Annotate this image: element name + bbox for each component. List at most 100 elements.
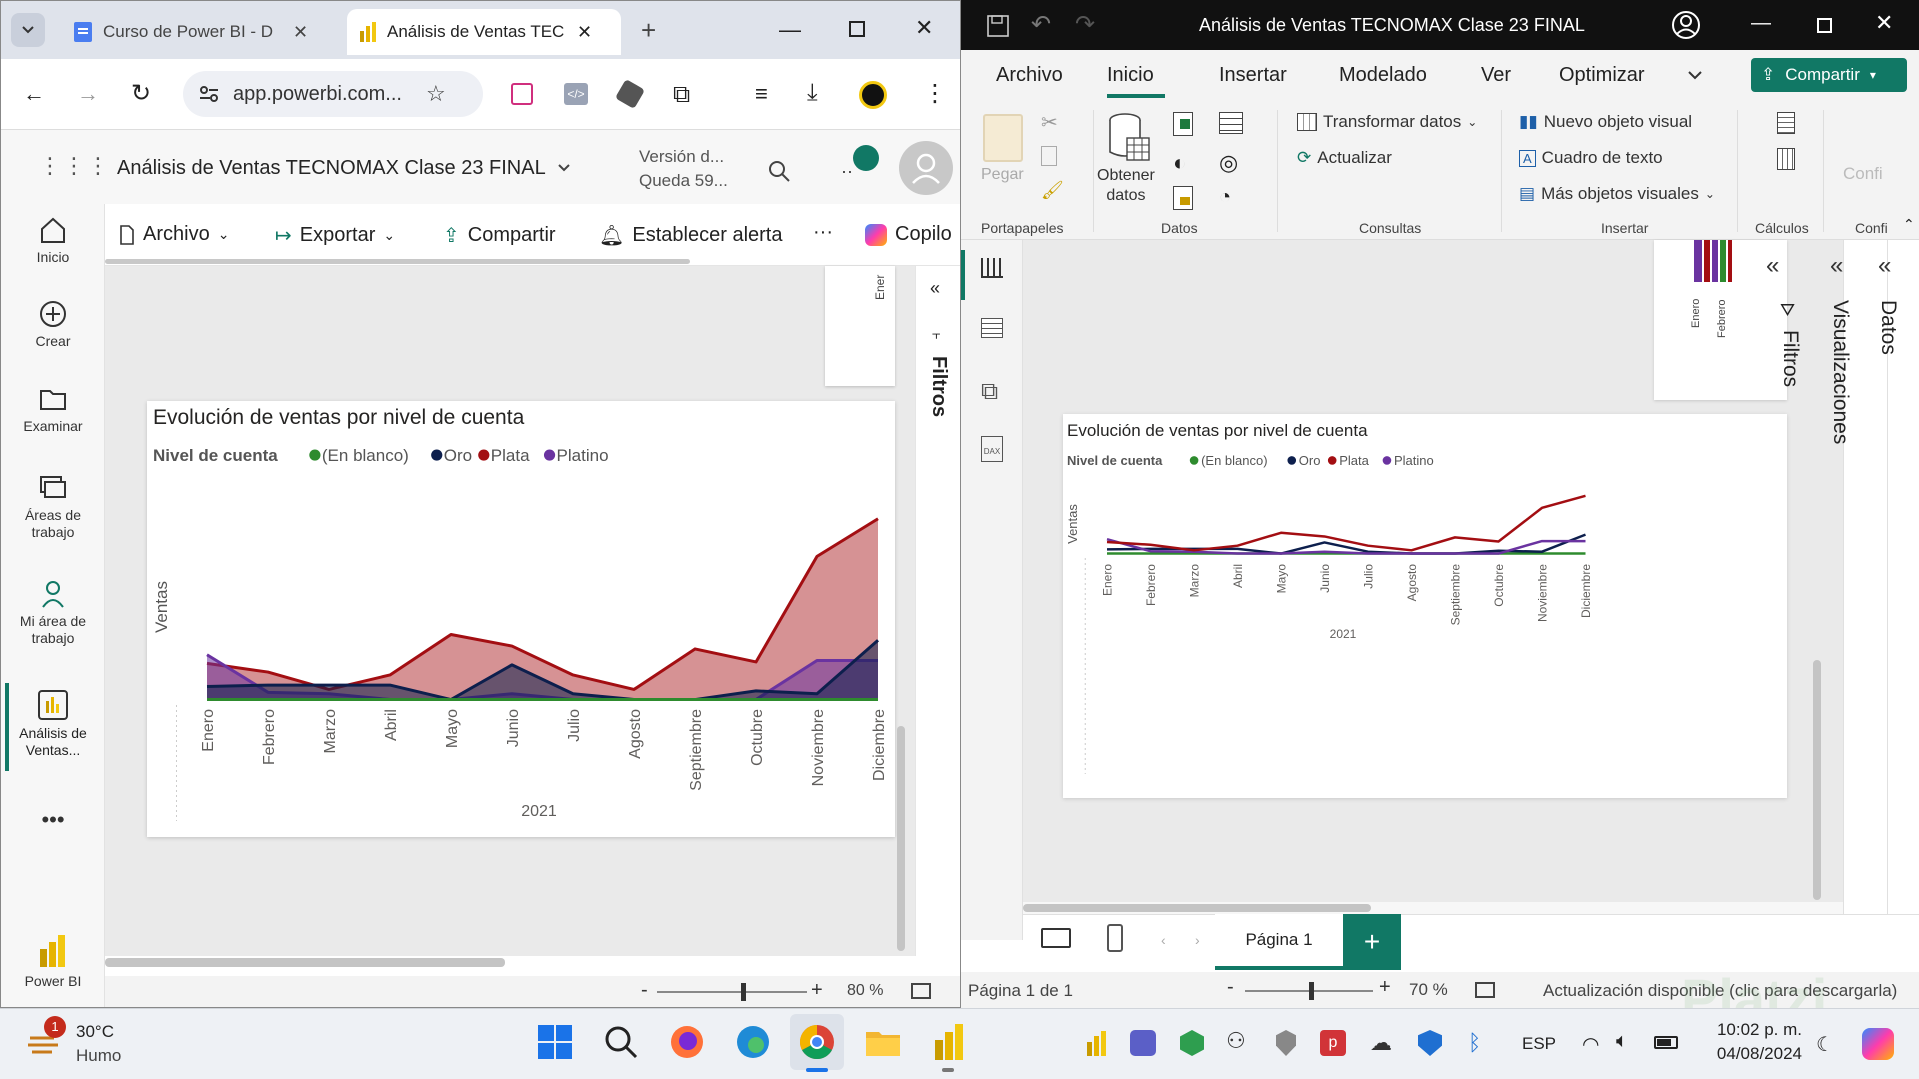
nav-more-icon[interactable]: ••• bbox=[1, 807, 105, 833]
archivo-menu[interactable]: Archivo ⌄ bbox=[119, 223, 229, 246]
code-extension-icon[interactable]: </> bbox=[564, 83, 588, 105]
bluetooth-icon[interactable]: ᛒ bbox=[1468, 1030, 1481, 1056]
menu-insertar[interactable]: Insertar bbox=[1219, 64, 1287, 87]
trial-info[interactable]: Versión d... Queda 59... bbox=[639, 145, 728, 193]
weather-desc[interactable]: Humo bbox=[76, 1046, 121, 1066]
nav-inicio[interactable]: Inicio bbox=[1, 215, 105, 266]
firefox-icon[interactable] bbox=[667, 1022, 707, 1062]
notifications-icon[interactable]: ·· bbox=[841, 161, 853, 182]
paste-label[interactable]: Pegar bbox=[981, 166, 1024, 184]
profile-avatar[interactable] bbox=[859, 81, 887, 109]
zoom-slider[interactable] bbox=[657, 983, 807, 1001]
edge-icon[interactable] bbox=[733, 1022, 773, 1062]
app-launcher-icon[interactable]: ⋮⋮⋮ bbox=[39, 153, 111, 179]
canvas-vscroll[interactable] bbox=[897, 726, 905, 951]
zoom-in-button[interactable]: + bbox=[811, 979, 823, 1002]
text-box-button[interactable]: A Cuadro de texto bbox=[1519, 148, 1663, 168]
dataflow-icon[interactable]: ◐ bbox=[1173, 150, 1186, 176]
account-icon[interactable] bbox=[1671, 10, 1701, 40]
new-measure-icon[interactable] bbox=[1777, 112, 1795, 134]
close-icon[interactable]: ✕ bbox=[293, 22, 308, 43]
exportar-menu[interactable]: ↦ Exportar ⌄ bbox=[275, 223, 395, 248]
powerbi-tray-icon[interactable] bbox=[1086, 1030, 1106, 1056]
nav-mi-area[interactable]: Mi área de trabajo bbox=[1, 579, 105, 647]
close-window-button[interactable]: ✕ bbox=[1875, 10, 1893, 36]
menu-optimizar[interactable]: Optimizar bbox=[1559, 64, 1645, 87]
database-icon[interactable] bbox=[1107, 112, 1151, 164]
share-button[interactable]: ⇪ Compartir ▾ bbox=[1751, 58, 1907, 92]
star-icon[interactable]: ☆ bbox=[426, 81, 446, 107]
zoom-out-button[interactable]: - bbox=[1227, 976, 1234, 999]
nav-examinar[interactable]: Examinar bbox=[1, 384, 105, 435]
more-visuals-button[interactable]: ▤ Más objetos visuales ⌄ bbox=[1519, 184, 1715, 204]
extension-icon[interactable] bbox=[511, 83, 533, 105]
menu-inicio[interactable]: Inicio bbox=[1107, 64, 1154, 87]
alert-button[interactable]: 🔔︎ Establecer alerta bbox=[599, 223, 782, 248]
menu-dots-icon[interactable]: ⋮ bbox=[923, 79, 947, 108]
copilot-button[interactable]: Copilo bbox=[865, 223, 952, 246]
filters-pane[interactable]: « ⫟ Filtros bbox=[915, 266, 960, 956]
new-visual-button[interactable]: ▮▮ Nuevo objeto visual bbox=[1519, 112, 1692, 132]
copilot-taskbar-icon[interactable] bbox=[1862, 1028, 1894, 1060]
search-icon[interactable] bbox=[767, 159, 791, 183]
fit-page-icon[interactable] bbox=[911, 983, 931, 999]
data-pane-label[interactable]: Datos bbox=[1876, 300, 1900, 355]
start-icon[interactable] bbox=[535, 1022, 575, 1062]
nav-crear[interactable]: Crear bbox=[1, 299, 105, 350]
media-icon[interactable]: ≡ bbox=[755, 81, 768, 107]
chrome-icon[interactable] bbox=[797, 1022, 837, 1062]
volume-icon[interactable]: 🔈︎ bbox=[1616, 1030, 1628, 1053]
dataverse-icon[interactable]: ◎ bbox=[1219, 150, 1238, 176]
mobile-layout-icon[interactable] bbox=[1107, 924, 1123, 952]
save-icon[interactable] bbox=[987, 15, 1009, 37]
avatar[interactable] bbox=[899, 141, 953, 195]
reload-icon[interactable]: ↻ bbox=[131, 79, 151, 108]
paste-icon[interactable] bbox=[983, 114, 1023, 162]
close-icon[interactable]: ✕ bbox=[577, 22, 592, 43]
focus-icon[interactable]: ☾ bbox=[1816, 1032, 1834, 1057]
network-device-icon[interactable]: ⚇ bbox=[1226, 1028, 1246, 1054]
toolbar-scrollbar[interactable] bbox=[105, 259, 690, 264]
maximize-button[interactable] bbox=[849, 21, 865, 37]
minimize-button[interactable]: — bbox=[779, 17, 801, 43]
next-page-icon[interactable]: › bbox=[1195, 932, 1200, 948]
battery-icon[interactable] bbox=[1654, 1036, 1678, 1049]
weather-temp[interactable]: 30°C bbox=[76, 1022, 114, 1042]
back-icon[interactable]: ← bbox=[23, 81, 45, 107]
dax-view-icon[interactable]: DAX bbox=[981, 436, 1003, 462]
chevron-down-icon[interactable] bbox=[557, 163, 571, 173]
undo-icon[interactable]: ↶ bbox=[1031, 10, 1051, 39]
address-bar[interactable]: app.powerbi.com... ☆ bbox=[183, 71, 483, 117]
new-tab-button[interactable]: + bbox=[641, 15, 656, 46]
zoom-in-button[interactable]: + bbox=[1379, 976, 1391, 999]
compartir-button[interactable]: ⇪ Compartir bbox=[443, 223, 556, 248]
format-painter-icon[interactable]: 🖌︎ bbox=[1041, 180, 1064, 201]
area-chart-visual[interactable]: Evolución de ventas por nivel de cuenta N… bbox=[147, 401, 895, 837]
get-data-button[interactable]: Obtener datos bbox=[1097, 166, 1155, 206]
report-title[interactable]: Análisis de Ventas TECNOMAX Clase 23 FIN… bbox=[117, 157, 546, 180]
canvas-hscroll[interactable] bbox=[105, 958, 505, 967]
more-options-icon[interactable]: ··· bbox=[813, 221, 833, 244]
collapse-visualizations-icon[interactable]: « bbox=[1830, 252, 1843, 280]
chevron-down-icon[interactable] bbox=[1687, 70, 1703, 82]
add-page-button[interactable]: + bbox=[1343, 914, 1401, 970]
redo-icon[interactable]: ↷ bbox=[1075, 10, 1095, 39]
copy-icon[interactable] bbox=[1041, 146, 1057, 166]
minimize-button[interactable]: — bbox=[1751, 12, 1771, 35]
menu-archivo[interactable]: Archivo bbox=[996, 64, 1063, 87]
cut-icon[interactable]: ✂ bbox=[1041, 110, 1058, 135]
clock-time[interactable]: 10:02 p. m. bbox=[1706, 1020, 1802, 1040]
sql-icon[interactable] bbox=[1173, 186, 1193, 210]
nav-analisis[interactable]: Análisis de Ventas... bbox=[1, 689, 105, 759]
excel-icon[interactable] bbox=[1173, 112, 1193, 136]
desktop-layout-icon[interactable] bbox=[1041, 928, 1071, 948]
prev-page-icon[interactable]: ‹ bbox=[1161, 932, 1166, 948]
refresh-button[interactable]: ⟳ Actualizar bbox=[1297, 148, 1392, 168]
zoom-slider[interactable] bbox=[1245, 982, 1373, 1000]
fit-page-icon[interactable] bbox=[1475, 982, 1495, 998]
menu-modelado[interactable]: Modelado bbox=[1339, 64, 1427, 87]
collapse-ribbon-icon[interactable]: ⌃ bbox=[1903, 216, 1915, 233]
menu-ver[interactable]: Ver bbox=[1481, 64, 1511, 87]
teams-icon[interactable] bbox=[1130, 1030, 1156, 1056]
close-window-button[interactable]: ✕ bbox=[915, 15, 933, 41]
